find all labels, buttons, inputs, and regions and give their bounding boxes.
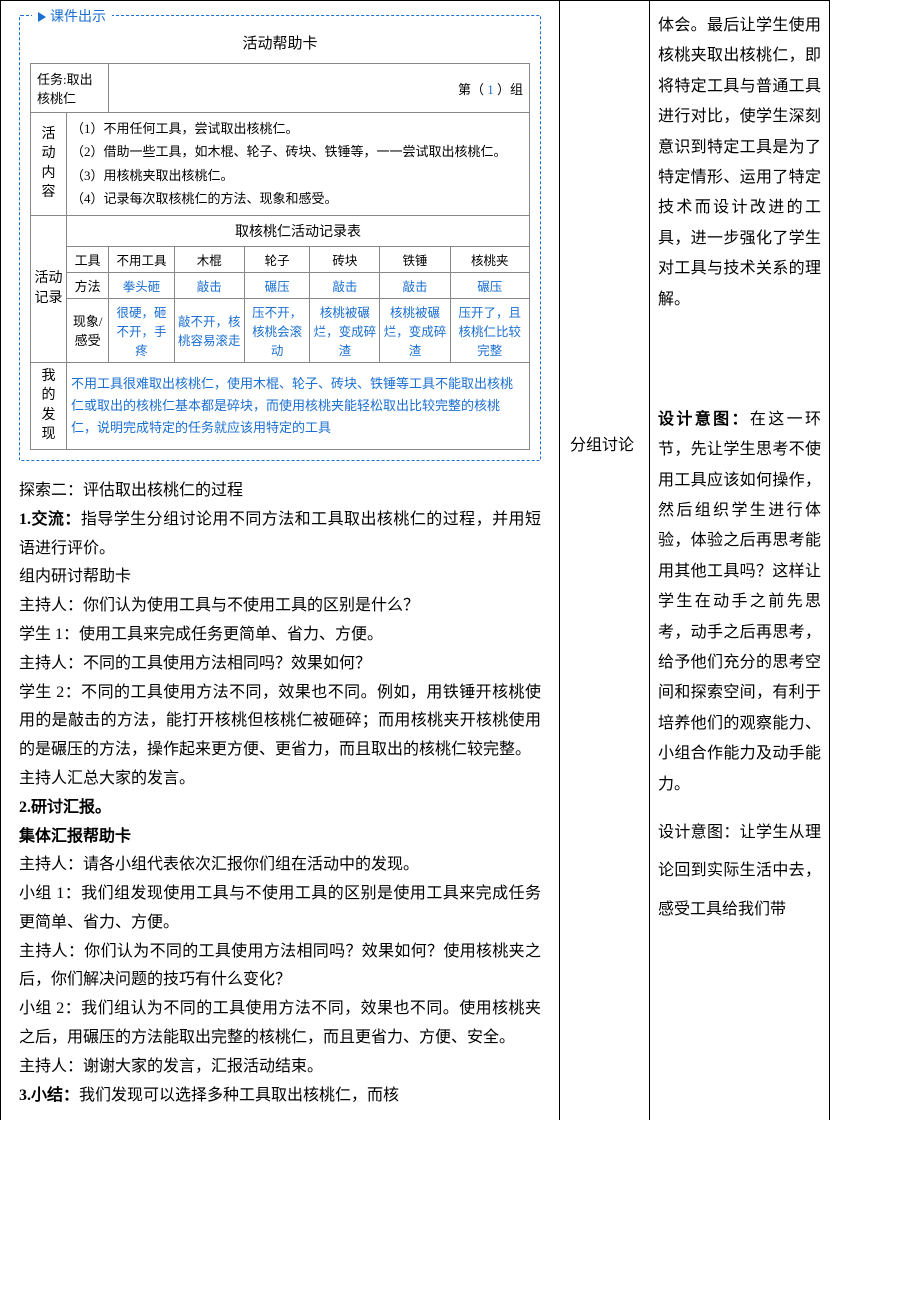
student-a1: 学生 1：使用工具来完成任务更简单、省力、方便。 <box>19 621 541 650</box>
feel-3: 压不开，核桃会滚动 <box>244 298 309 362</box>
collective-a1: 小组 1：我们组发现使用工具与不使用工具的区别是使用工具来完成任务更简单、省力、… <box>19 880 541 938</box>
content-line-2: （2）借助一些工具，如木棍、轮子、砖块、铁锤等，一一尝试取出核桃仁。 <box>71 140 525 163</box>
record-title-row: 活动记录 取核桃仁活动记录表 <box>31 215 530 246</box>
step3: 3.小结：我们发现可以选择多种工具取出核桃仁，而核 <box>19 1082 541 1111</box>
feel-4: 核桃被碾烂，变成碎渣 <box>310 298 380 362</box>
step2-label: 2.研讨汇报。 <box>19 794 541 823</box>
main-column: 课件出示 活动帮助卡 任务:取出核桃仁 第（ 1 ）组 活动内容 <box>0 0 560 1120</box>
record-feel-row: 现象/感受 很硬，砸不开，手疼 敲不开，核桃容易滚走 压不开，核桃会滚动 核桃被… <box>31 298 530 362</box>
task-row: 任务:取出核桃仁 第（ 1 ）组 <box>31 64 530 113</box>
collective-title: 集体汇报帮助卡 <box>19 823 541 852</box>
activity-content-cell: （1）不用任何工具，尝试取出核桃仁。 （2）借助一些工具，如木棍、轮子、砖块、铁… <box>67 113 530 216</box>
page: 课件出示 活动帮助卡 任务:取出核桃仁 第（ 1 ）组 活动内容 <box>0 0 920 1120</box>
feel-5: 核桃被碾烂，变成碎渣 <box>380 298 450 362</box>
right-design-1: 设计意图：在这一环节，先让学生思考不使用工具应该如何操作，然后组织学生进行体验，… <box>658 405 821 800</box>
design-intent-label-1: 设计意图： <box>658 411 750 428</box>
feel-1: 很硬，砸不开，手疼 <box>109 298 174 362</box>
row-feel-label: 现象/感受 <box>67 298 109 362</box>
col-h-3: 轮子 <box>244 246 309 272</box>
host-q2: 主持人：不同的工具使用方法相同吗？效果如何？ <box>19 650 541 679</box>
method-6: 碾压 <box>450 272 529 298</box>
step3-text: 我们发现可以选择多种工具取出核桃仁，而核 <box>79 1087 399 1104</box>
step3-label: 3.小结： <box>19 1087 79 1104</box>
col-h-4: 砖块 <box>310 246 380 272</box>
method-4: 敲击 <box>310 272 380 298</box>
group-card-title: 组内研讨帮助卡 <box>19 563 541 592</box>
host-q1: 主持人：你们认为使用工具与不使用工具的区别是什么？ <box>19 592 541 621</box>
content-line-3: （3）用核桃夹取出核桃仁。 <box>71 164 525 187</box>
record-title: 取核桃仁活动记录表 <box>67 215 530 246</box>
design-intent-text-1: 在这一环节，先让学生思考不使用工具应该如何操作，然后组织学生进行体验，体验之后再… <box>658 411 821 793</box>
right-para-0: 体会。最后让学生使用核桃夹取出核桃仁，即将特定工具与普通工具进行对比，使学生深刻… <box>658 11 821 315</box>
collective-q1: 主持人：请各小组代表依次汇报你们组在活动中的发现。 <box>19 851 541 880</box>
collective-q2: 主持人：你们认为不同的工具使用方法相同吗？效果如何？使用核桃夹之后，你们解决问题… <box>19 938 541 996</box>
group-discuss-label: 分组讨论 <box>570 431 634 455</box>
content-line-4: （4）记录每次取核桃仁的方法、现象和感受。 <box>71 187 525 210</box>
activity-content-row: 活动内容 （1）不用任何工具，尝试取出核桃仁。 （2）借助一些工具，如木棍、轮子… <box>31 113 530 216</box>
courseware-box: 课件出示 活动帮助卡 任务:取出核桃仁 第（ 1 ）组 活动内容 <box>19 15 541 461</box>
content-line-1: （1）不用任何工具，尝试取出核桃仁。 <box>71 117 525 140</box>
right-design-2: 设计意图：让学生从理论回到实际生活中去，感受工具给我们带 <box>658 814 821 929</box>
task-label: 任务:取出核桃仁 <box>37 72 93 106</box>
side-head-record: 活动记录 <box>31 215 67 362</box>
col-h-6: 核桃夹 <box>450 246 529 272</box>
body-text: 探索二：评估取出核桃仁的过程 1.交流：指导学生分组讨论用不同方法和工具取出核桃… <box>19 477 541 1111</box>
group-prefix: 第（ <box>458 82 484 97</box>
help-card-table: 任务:取出核桃仁 第（ 1 ）组 活动内容 （1）不用任何工具，尝试取出核桃仁。… <box>30 63 530 450</box>
method-2: 敲击 <box>174 272 244 298</box>
method-1: 拳头砸 <box>109 272 174 298</box>
finding-row: 我的发现 不用工具很难取出核桃仁，使用木棍、轮子、砖块、铁锤等工具不能取出核桃仁… <box>31 362 530 449</box>
method-3: 碾压 <box>244 272 309 298</box>
method-5: 敲击 <box>380 272 450 298</box>
col-h-1: 不用工具 <box>109 246 174 272</box>
student-a2: 学生 2：不同的工具使用方法不同，效果也不同。例如，用铁锤开核桃使用的是敲击的方… <box>19 679 541 765</box>
step1-label: 1.交流： <box>19 511 81 528</box>
side-head-content: 活动内容 <box>31 113 67 216</box>
record-header-row: 工具 不用工具 木棍 轮子 砖块 铁锤 核桃夹 <box>31 246 530 272</box>
step1: 1.交流：指导学生分组讨论用不同方法和工具取出核桃仁的过程，并用短语进行评价。 <box>19 506 541 564</box>
collective-a2: 小组 2：我们组认为不同的工具使用方法不同，效果也不同。使用核桃夹之后，用碾压的… <box>19 995 541 1053</box>
help-card-title: 活动帮助卡 <box>30 32 530 53</box>
record-method-row: 方法 拳头砸 敲击 碾压 敲击 敲击 碾压 <box>31 272 530 298</box>
courseware-badge: 课件出示 <box>32 6 112 26</box>
group-number: 1 <box>487 82 494 97</box>
feel-2: 敲不开，核桃容易滚走 <box>174 298 244 362</box>
collective-thanks: 主持人：谢谢大家的发言，汇报活动结束。 <box>19 1053 541 1082</box>
step1-text: 指导学生分组讨论用不同方法和工具取出核桃仁的过程，并用短语进行评价。 <box>19 511 541 557</box>
col-h-2: 木棍 <box>174 246 244 272</box>
explore2-title: 探索二：评估取出核桃仁的过程 <box>19 477 541 506</box>
group-suffix: ）组 <box>497 82 523 97</box>
col-tool: 工具 <box>67 246 109 272</box>
host-summary: 主持人汇总大家的发言。 <box>19 765 541 794</box>
side-head-finding: 我的发现 <box>31 362 67 449</box>
middle-column: 分组讨论 <box>560 0 650 1120</box>
col-h-5: 铁锤 <box>380 246 450 272</box>
row-method-label: 方法 <box>67 272 109 298</box>
finding-text: 不用工具很难取出核桃仁，使用木棍、轮子、砖块、铁锤等工具不能取出核桃仁或取出的核… <box>67 362 530 449</box>
feel-6: 压开了，且核桃仁比较完整 <box>450 298 529 362</box>
right-column: 体会。最后让学生使用核桃夹取出核桃仁，即将特定工具与普通工具进行对比，使学生深刻… <box>650 0 830 1120</box>
